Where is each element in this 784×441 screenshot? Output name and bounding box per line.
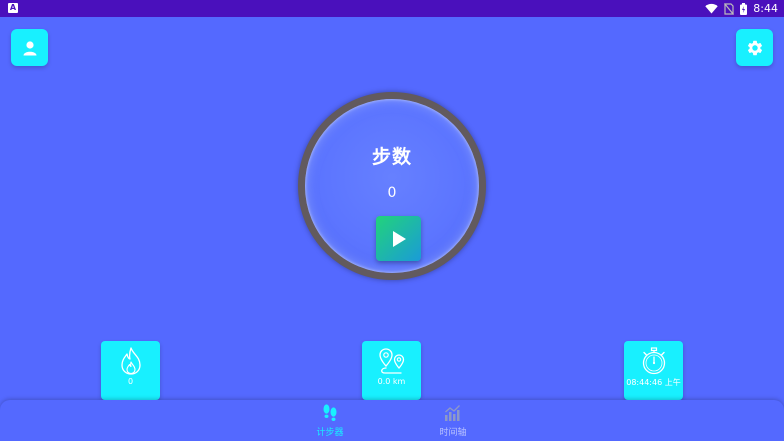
wifi-icon <box>705 3 718 14</box>
nav-tab-timeline[interactable]: 时间轴 <box>423 404 483 440</box>
step-dial-face: 步数 0 <box>305 99 479 273</box>
start-button[interactable] <box>376 216 421 261</box>
settings-button[interactable] <box>736 29 773 66</box>
calories-card[interactable]: 0 <box>101 341 160 400</box>
stopwatch-icon <box>642 347 665 375</box>
nav-label-timeline: 时间轴 <box>439 428 467 438</box>
distance-card[interactable]: 0.0 km <box>362 341 421 400</box>
no-sim-icon <box>724 2 735 15</box>
steps-title: 步数 <box>371 146 412 168</box>
status-time: 8:44 <box>753 2 778 15</box>
flame-icon <box>120 347 141 375</box>
map-pin-icon <box>378 348 404 374</box>
person-icon <box>23 40 36 55</box>
step-dial: 步数 0 <box>298 92 486 280</box>
calories-value: 0 <box>127 377 134 386</box>
time-value: 08:44:46 上午 <box>626 378 681 387</box>
app-notification-icon: A <box>8 3 18 13</box>
bottom-navigation: 计步器 时间轴 <box>0 400 784 441</box>
gear-icon <box>747 40 762 55</box>
time-card[interactable]: 08:44:46 上午 <box>624 341 683 400</box>
step-count: 0 <box>387 185 397 201</box>
status-icons: 8:44 <box>705 2 778 15</box>
nav-tab-pedometer[interactable]: 计步器 <box>300 404 360 440</box>
nav-label-pedometer: 计步器 <box>316 428 344 438</box>
distance-value: 0.0 km <box>377 377 406 386</box>
bar-chart-icon <box>445 405 460 421</box>
profile-button[interactable] <box>11 29 48 66</box>
battery-icon <box>740 2 748 15</box>
footprints-icon <box>323 404 337 421</box>
status-bar: A 8:44 <box>0 0 784 17</box>
play-icon <box>392 230 406 247</box>
